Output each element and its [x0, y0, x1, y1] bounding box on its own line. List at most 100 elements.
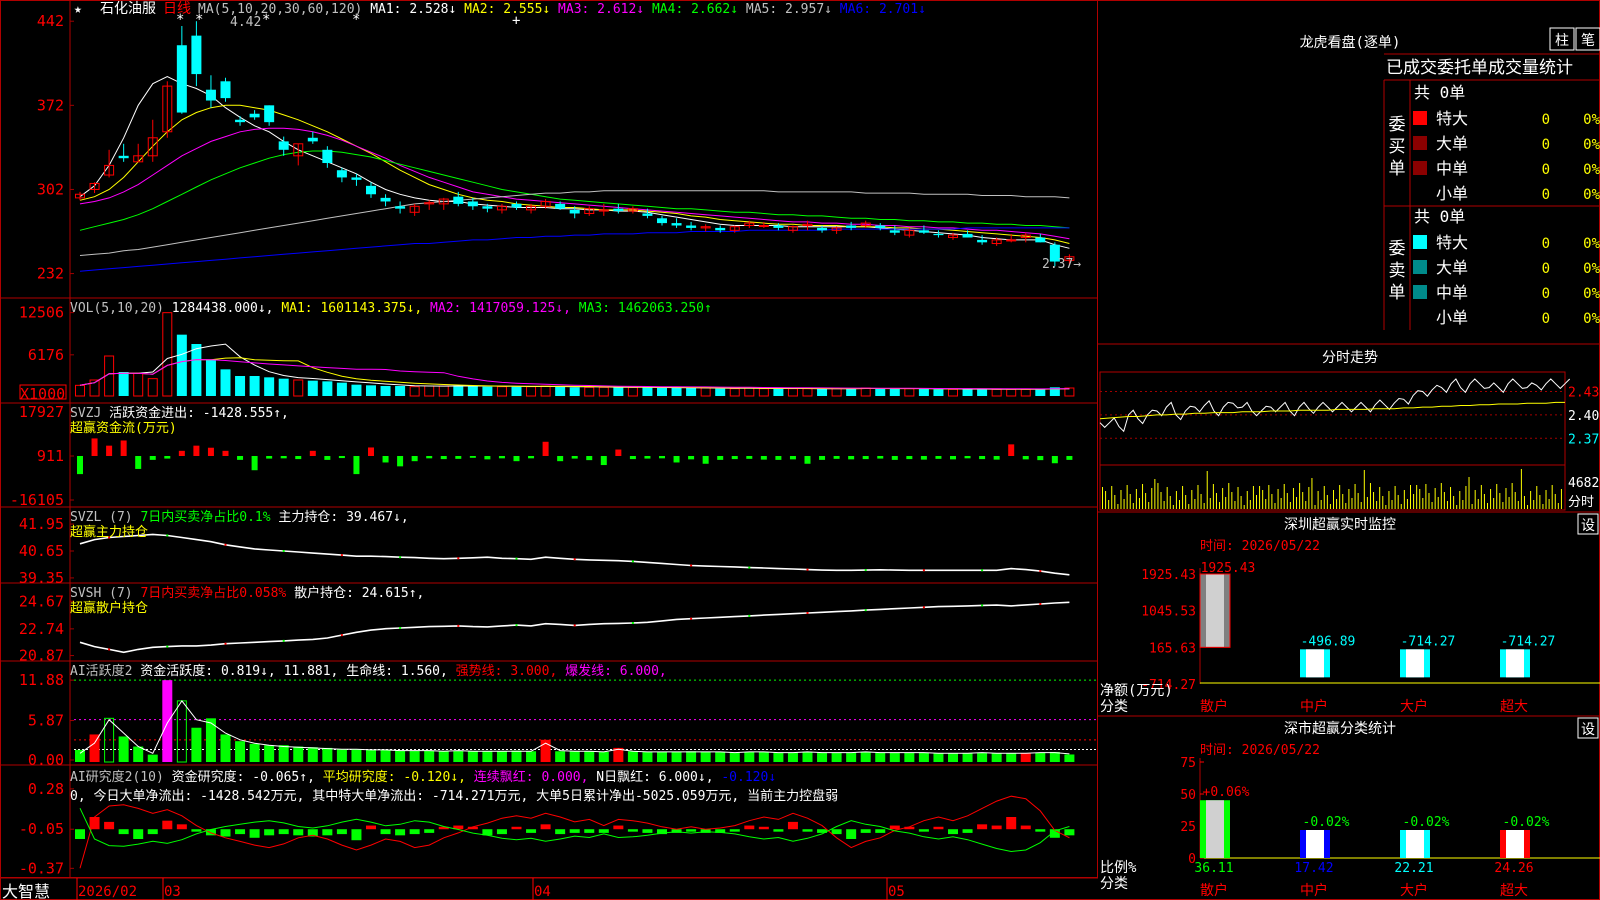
kline-panel[interactable]: 442372302232★ 石化油服 日线 MA(5,10,20,30,60,120)… [37, 1, 1081, 283]
activity-bar [278, 745, 289, 762]
holding-dot [864, 609, 867, 612]
activity-bar [860, 751, 871, 762]
size-label: 小单 [1436, 184, 1468, 203]
activity-bar [948, 753, 958, 762]
intraday-volume-bar [1428, 493, 1430, 509]
research-bar [424, 829, 435, 833]
intraday-volume-bar [1268, 485, 1270, 509]
flow-bar [950, 456, 956, 460]
intraday-volume-bar [1108, 500, 1110, 509]
low-price-annotation: 2.37→ [1042, 257, 1081, 272]
axis-tick-label: -0.05 [19, 820, 64, 838]
activity-bar [89, 734, 100, 762]
intraday-volume-bar [1308, 487, 1310, 509]
svsh-panel[interactable]: 24.67 22.74 20.87 SVSH (7) 7日内买卖净占比0.058% 散… [19, 585, 1070, 665]
axis-tick-label: -0.37 [19, 859, 64, 877]
activity-bar [322, 747, 333, 762]
activity-panel[interactable]: 11.88 5.87 0.00 AI活跃度2 资金活跃度: 0.819↓, 11.88… [19, 663, 1096, 769]
flow-bar [979, 456, 986, 460]
holding-dot [573, 558, 576, 561]
candle [249, 113, 260, 118]
volume-bar [904, 388, 915, 397]
axis-tick-label: 40.65 [19, 542, 64, 560]
holding-dot [224, 642, 227, 645]
flow-bar [77, 456, 83, 475]
volume-bar [948, 388, 958, 397]
activity-bar [642, 751, 653, 762]
research-bar [395, 829, 406, 836]
date-axis: 大智慧 2026/02 03 04 05 [0, 877, 1098, 900]
flow-bar [993, 456, 1000, 460]
flow-bar [1051, 456, 1058, 464]
holding-dot [573, 624, 576, 627]
size-pct: 0% [1583, 137, 1600, 153]
svzl-panel[interactable]: 41.95 40.65 39.35 SVZL (7) 7日内买卖净占比0.1% 主力持… [19, 509, 1070, 587]
volume-bar [642, 387, 653, 396]
intraday-title: 分时走势 [1322, 350, 1378, 366]
candle [278, 141, 289, 150]
intraday-volume-bar [1403, 490, 1405, 509]
total-orders: 共 0单 [1414, 207, 1465, 226]
flow-bar [440, 456, 447, 460]
event-marker: * [352, 12, 360, 28]
activity-bar [336, 749, 347, 762]
size-swatch [1413, 161, 1427, 175]
research-panel[interactable]: 0.28 -0.05 -0.37 AI研究度2(10) 资金研究度: -0.065↑,… [19, 769, 1075, 877]
intraday-panel[interactable]: 分时走势 2.430 2.400 2.370 46829 分时 [1099, 350, 1600, 511]
stock-name: 石化油服 [100, 1, 156, 17]
holding-dot [690, 564, 693, 567]
holding-dot [399, 627, 402, 629]
intraday-volume-bar [1292, 488, 1294, 509]
svzj-panel[interactable]: 17927 911 -16105 SVZJ 活跃资金进出: -1428.555↑,超赢… [10, 403, 1073, 509]
candle [395, 206, 406, 209]
intraday-volume-bar [1265, 499, 1267, 509]
date-label: 2026/02 [78, 884, 137, 900]
candle [817, 227, 828, 231]
intraday-volume-bar [1237, 487, 1239, 509]
volume-bar [613, 387, 624, 396]
category-label: 超大 [1500, 699, 1528, 715]
research-bar [875, 829, 886, 833]
intraday-volume-bar [1160, 492, 1162, 509]
volume-bar [802, 388, 813, 397]
research-bar [235, 829, 246, 835]
volume-bar [264, 377, 275, 396]
ma-legend-item: MA2: 2.555↓ [456, 2, 550, 17]
volume-bar [817, 388, 828, 396]
intraday-volume-bar [1166, 487, 1168, 509]
research-bar [627, 829, 638, 832]
svsh-legend-item: 散户持仓: 24.615↑, [286, 585, 424, 601]
flow-bar [1066, 456, 1073, 460]
activity-bar [700, 751, 711, 762]
flow-bar [498, 456, 505, 459]
intraday-volume-bar [1305, 501, 1307, 509]
volume-bar [176, 334, 187, 396]
volume-bar [467, 386, 478, 396]
activity-legend-item: 11.881, [276, 664, 339, 679]
flow-bar [906, 456, 913, 460]
intraday-volume-bar [1554, 494, 1556, 509]
flow-bar [848, 456, 855, 460]
intraday-volume-bar [1468, 477, 1470, 509]
intraday-volume-bar [1520, 469, 1522, 509]
research-bar [598, 829, 609, 833]
volume-bar [409, 386, 420, 397]
flow-bar [193, 445, 200, 456]
intraday-volume-bar [1132, 503, 1134, 509]
candle [569, 209, 580, 214]
intraday-volume-bar [1129, 494, 1131, 509]
holding-dot [631, 622, 634, 624]
holding-dot [631, 560, 634, 563]
holding-dot [806, 568, 809, 571]
research-bar [613, 825, 624, 830]
axis-tick-label: 0.28 [28, 780, 64, 798]
research-bar [540, 824, 551, 830]
volume-panel[interactable]: 12506 6176 X1000 VOL(5,10,20) 1284438.000↓,… [19, 301, 1075, 403]
intraday-volume-bar [1483, 494, 1485, 509]
intraday-volume-bar [1209, 498, 1211, 509]
event-marker: * [262, 12, 270, 28]
category-label: 大户 [1400, 882, 1428, 899]
volume-bar [278, 378, 289, 396]
volume-bar [773, 388, 784, 396]
ma-line-MA3 [79, 127, 1070, 240]
